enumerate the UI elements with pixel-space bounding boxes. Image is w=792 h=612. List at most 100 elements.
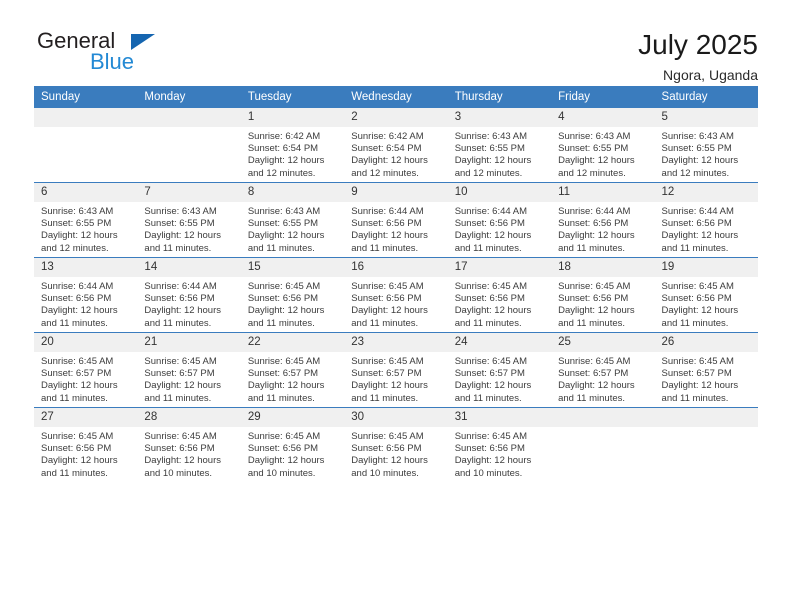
day-number: 13	[34, 258, 138, 277]
calendar-day-cell[interactable]: 7 Sunrise: 6:43 AM Sunset: 6:55 PM Daylight…	[137, 182, 241, 258]
day-cell-inner	[654, 408, 758, 482]
daylight-line1-text: Daylight: 12 hours	[41, 455, 118, 467]
day-details: Sunrise: 6:45 AM Sunset: 6:57 PM Daylight:…	[344, 352, 447, 405]
weekday-header-tuesday: Tuesday	[240, 86, 345, 108]
calendar-day-cell[interactable]: 30 Sunrise: 6:45 AM Sunset: 6:56 PM Dayligh…	[344, 407, 448, 482]
day-cell-inner: 20 Sunrise: 6:45 AM Sunset: 6:57 PM Dayligh…	[34, 333, 138, 407]
sunrise-text: Sunrise: 6:45 AM	[351, 281, 424, 292]
calendar-day-cell[interactable]: 23 Sunrise: 6:45 AM Sunset: 6:57 PM Dayligh…	[344, 332, 448, 408]
daylight-line1-text: Daylight: 12 hours	[558, 305, 635, 317]
day-cell-inner: 2 Sunrise: 6:42 AM Sunset: 6:54 PM Daylight…	[344, 108, 448, 182]
day-details: Sunrise: 6:45 AM Sunset: 6:57 PM Daylight:…	[34, 352, 137, 405]
daylight-line1-text: Daylight: 12 hours	[454, 455, 532, 467]
general-blue-logo[interactable]: General Blue	[34, 30, 155, 78]
day-number: 9	[344, 183, 448, 202]
day-cell-inner: 16 Sunrise: 6:45 AM Sunset: 6:56 PM Dayligh…	[344, 258, 448, 332]
day-number: 3	[447, 108, 552, 127]
daylight-line2-text: and 12 minutes.	[247, 167, 316, 179]
calendar-day-cell[interactable]: 9 Sunrise: 6:44 AM Sunset: 6:56 PM Daylight…	[344, 182, 448, 258]
day-cell-inner: 5 Sunrise: 6:43 AM Sunset: 6:55 PM Daylight…	[654, 108, 758, 182]
calendar-week-row: 13 Sunrise: 6:44 AM Sunset: 6:56 PM Dayligh…	[34, 257, 758, 333]
calendar-day-cell[interactable]: 16 Sunrise: 6:45 AM Sunset: 6:56 PM Dayligh…	[344, 257, 448, 333]
calendar-day-cell[interactable]: 11 Sunrise: 6:44 AM Sunset: 6:56 PM Dayligh…	[551, 182, 655, 258]
calendar-day-cell[interactable]: 31 Sunrise: 6:45 AM Sunset: 6:56 PM Dayligh…	[447, 407, 552, 482]
day-details: Sunrise: 6:45 AM Sunset: 6:56 PM Daylight:…	[448, 427, 551, 480]
daylight-line1-text: Daylight: 12 hours	[41, 380, 118, 392]
calendar-day-cell[interactable]: 10 Sunrise: 6:44 AM Sunset: 6:56 PM Dayligh…	[447, 182, 552, 258]
calendar-day-cell[interactable]: 18 Sunrise: 6:45 AM Sunset: 6:56 PM Dayligh…	[551, 257, 655, 333]
day-cell-inner: 14 Sunrise: 6:44 AM Sunset: 6:56 PM Dayligh…	[137, 258, 241, 332]
sunset-text: Sunset: 6:56 PM	[351, 443, 422, 455]
day-number: 5	[654, 108, 758, 127]
daylight-line1-text: Daylight: 12 hours	[144, 305, 221, 317]
calendar-day-cell[interactable]: 21 Sunrise: 6:45 AM Sunset: 6:57 PM Dayligh…	[137, 332, 241, 408]
calendar-day-cell[interactable]: 27 Sunrise: 6:45 AM Sunset: 6:56 PM Dayligh…	[34, 407, 138, 482]
sunset-text: Sunset: 6:57 PM	[247, 368, 319, 380]
daylight-line1-text: Daylight: 12 hours	[558, 230, 635, 242]
day-details: Sunrise: 6:45 AM Sunset: 6:56 PM Daylight:…	[241, 427, 344, 480]
day-details: Sunrise: 6:43 AM Sunset: 6:55 PM Daylight:…	[241, 202, 344, 255]
day-cell-inner	[137, 108, 241, 182]
day-details: Sunrise: 6:45 AM Sunset: 6:56 PM Daylight:…	[551, 277, 654, 330]
daylight-line2-text: and 12 minutes.	[661, 167, 730, 179]
day-number	[137, 108, 241, 127]
weekday-header-saturday: Saturday	[654, 86, 758, 108]
calendar-table: Sunday Monday Tuesday Wednesday Thursday Frid…	[34, 86, 758, 482]
calendar-day-cell[interactable]: 15 Sunrise: 6:45 AM Sunset: 6:56 PM Dayligh…	[240, 257, 345, 333]
day-number: 11	[551, 183, 655, 202]
sunset-text: Sunset: 6:56 PM	[247, 443, 319, 455]
calendar-day-cell[interactable]: 24 Sunrise: 6:45 AM Sunset: 6:57 PM Dayligh…	[447, 332, 552, 408]
sunset-text: Sunset: 6:55 PM	[247, 218, 319, 230]
sunrise-text: Sunrise: 6:43 AM	[247, 206, 321, 217]
calendar-week-row: 27 Sunrise: 6:45 AM Sunset: 6:56 PM Dayligh…	[34, 407, 758, 482]
daylight-line2-text: and 11 minutes.	[558, 242, 626, 254]
calendar-day-cell[interactable]: 5 Sunrise: 6:43 AM Sunset: 6:55 PM Daylight…	[654, 108, 758, 183]
calendar-day-cell[interactable]: 19 Sunrise: 6:45 AM Sunset: 6:56 PM Dayligh…	[654, 257, 758, 333]
calendar-day-cell[interactable]: 1 Sunrise: 6:42 AM Sunset: 6:54 PM Daylight…	[240, 108, 345, 183]
daylight-line1-text: Daylight: 12 hours	[454, 380, 532, 392]
day-cell-inner	[551, 408, 655, 482]
day-number: 25	[551, 333, 655, 352]
calendar-day-cell[interactable]: 29 Sunrise: 6:45 AM Sunset: 6:56 PM Dayligh…	[240, 407, 345, 482]
calendar-day-cell[interactable]: 3 Sunrise: 6:43 AM Sunset: 6:55 PM Daylight…	[447, 108, 552, 183]
calendar-day-cell[interactable]: 14 Sunrise: 6:44 AM Sunset: 6:56 PM Dayligh…	[137, 257, 241, 333]
daylight-line2-text: and 11 minutes.	[661, 317, 729, 329]
title-block: July 2025 Ngora, Uganda	[638, 30, 758, 84]
daylight-line2-text: and 11 minutes.	[247, 392, 315, 404]
calendar-day-cell[interactable]: 17 Sunrise: 6:45 AM Sunset: 6:56 PM Dayligh…	[447, 257, 552, 333]
sunrise-text: Sunrise: 6:44 AM	[661, 206, 734, 217]
sunrise-text: Sunrise: 6:45 AM	[661, 356, 734, 367]
daylight-line2-text: and 11 minutes.	[661, 392, 729, 404]
calendar-day-cell[interactable]: 22 Sunrise: 6:45 AM Sunset: 6:57 PM Dayligh…	[240, 332, 345, 408]
sunset-text: Sunset: 6:55 PM	[661, 143, 732, 155]
day-number: 22	[240, 333, 345, 352]
sunset-text: Sunset: 6:56 PM	[454, 218, 525, 230]
calendar-day-cell[interactable]: 6 Sunrise: 6:43 AM Sunset: 6:55 PM Daylight…	[34, 182, 138, 258]
calendar-day-cell[interactable]: 12 Sunrise: 6:44 AM Sunset: 6:56 PM Dayligh…	[654, 182, 758, 258]
sunrise-text: Sunrise: 6:44 AM	[41, 281, 114, 292]
sunrise-text: Sunrise: 6:42 AM	[351, 131, 424, 142]
sunrise-text: Sunrise: 6:44 AM	[351, 206, 424, 217]
sunrise-text: Sunrise: 6:43 AM	[41, 206, 114, 217]
calendar-day-cell[interactable]: 8 Sunrise: 6:43 AM Sunset: 6:55 PM Daylight…	[240, 182, 345, 258]
calendar-day-cell[interactable]: 25 Sunrise: 6:45 AM Sunset: 6:57 PM Dayligh…	[551, 332, 655, 408]
weekday-header-sunday: Sunday	[34, 86, 138, 108]
weekday-header-thursday: Thursday	[447, 86, 552, 108]
day-cell-inner: 19 Sunrise: 6:45 AM Sunset: 6:56 PM Dayligh…	[654, 258, 758, 332]
day-details: Sunrise: 6:44 AM Sunset: 6:56 PM Daylight:…	[344, 202, 447, 255]
sunset-text: Sunset: 6:56 PM	[41, 293, 112, 305]
calendar-day-cell[interactable]: 28 Sunrise: 6:45 AM Sunset: 6:56 PM Dayligh…	[137, 407, 241, 482]
calendar-day-cell[interactable]: 2 Sunrise: 6:42 AM Sunset: 6:54 PM Daylight…	[344, 108, 448, 183]
calendar-day-cell[interactable]: 26 Sunrise: 6:45 AM Sunset: 6:57 PM Dayligh…	[654, 332, 758, 408]
calendar-day-cell[interactable]: 20 Sunrise: 6:45 AM Sunset: 6:57 PM Dayligh…	[34, 332, 138, 408]
day-details: Sunrise: 6:45 AM Sunset: 6:57 PM Daylight:…	[137, 352, 240, 405]
day-number: 12	[654, 183, 758, 202]
daylight-line2-text: and 11 minutes.	[454, 392, 522, 404]
calendar-day-cell[interactable]: 4 Sunrise: 6:43 AM Sunset: 6:55 PM Daylight…	[551, 108, 655, 183]
day-cell-inner: 13 Sunrise: 6:44 AM Sunset: 6:56 PM Dayligh…	[34, 258, 138, 332]
day-number: 27	[34, 408, 138, 427]
day-number: 28	[137, 408, 241, 427]
daylight-line1-text: Daylight: 12 hours	[454, 305, 532, 317]
daylight-line1-text: Daylight: 12 hours	[41, 230, 118, 242]
calendar-day-cell[interactable]: 13 Sunrise: 6:44 AM Sunset: 6:56 PM Dayligh…	[34, 257, 138, 333]
